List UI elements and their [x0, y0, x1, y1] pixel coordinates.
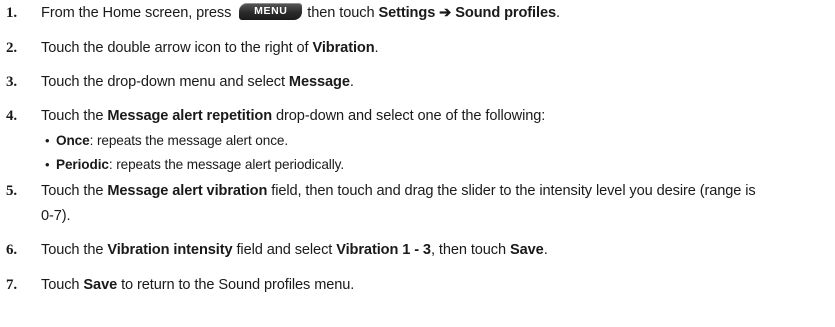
option-desc: : repeats the message alert periodically…: [108, 157, 345, 172]
step-7: 7. Touch Save to return to the Sound pro…: [0, 275, 835, 295]
step-6: 6. Touch the Vibration intensity field a…: [0, 240, 835, 260]
option-periodic: • Periodic: repeats the message alert pe…: [0, 155, 835, 175]
step-bold-term: Save: [83, 277, 118, 293]
step-bold-term: Message alert vibration: [107, 183, 268, 199]
step-text: Touch the Message alert vibration field,…: [41, 181, 756, 201]
step-bold-term: Message alert repetition: [107, 108, 273, 124]
step-bold-term: Settings ➔ Sound profiles: [378, 5, 557, 21]
step-bold-term: Vibration: [312, 40, 375, 56]
step-5-continuation: 0-7).: [0, 206, 835, 226]
menu-key-icon: MENU: [239, 3, 303, 21]
step-text: Touch the drop-down menu and select Mess…: [41, 72, 354, 92]
option-term: Once: [56, 133, 90, 148]
step-number: 2.: [6, 40, 18, 56]
step-text-part: Touch the double arrow icon to the right…: [41, 40, 309, 56]
step-text-part: Touch: [41, 277, 80, 293]
instruction-list: 1. From the Home screen, press MENU then …: [0, 0, 835, 327]
step-bold-term: Vibration 1 - 3: [336, 242, 431, 258]
step-text-part: .: [556, 5, 560, 21]
step-text-part: to return to the Sound profiles menu.: [121, 277, 355, 293]
step-bold-term: Message: [288, 74, 350, 90]
step-number: 6.: [6, 242, 18, 258]
step-text-part: field and select: [236, 242, 333, 258]
step-text-part: From the Home screen, press: [41, 5, 232, 21]
step-number: 4.: [6, 108, 18, 124]
step-3: 3. Touch the drop-down menu and select M…: [0, 72, 835, 92]
step-number: 5.: [6, 183, 18, 199]
option-once: • Once: repeats the message alert once.: [0, 131, 835, 151]
step-4: 4. Touch the Message alert repetition dr…: [0, 106, 835, 126]
step-text: Touch the Vibration intensity field and …: [41, 240, 548, 260]
step-bold-term: Vibration intensity: [107, 242, 233, 258]
step-text-part: then touch: [307, 5, 375, 21]
step-text-part: .: [374, 40, 379, 56]
step-number: 1.: [6, 5, 18, 21]
step-text-part: field, then touch and drag the slider to…: [271, 183, 756, 199]
step-text: Touch the double arrow icon to the right…: [41, 38, 379, 58]
step-text-part: Touch the drop-down menu and select: [41, 74, 285, 90]
step-text: From the Home screen, press MENU then tou…: [41, 3, 560, 23]
step-1: 1. From the Home screen, press MENU then …: [0, 3, 835, 23]
step-bold-term: Save: [510, 242, 544, 258]
step-text-part: drop-down and select one of the followin…: [276, 108, 546, 124]
step-text-part: Touch the: [41, 183, 104, 199]
bullet-icon: •: [45, 133, 50, 148]
bullet-icon: •: [45, 157, 50, 172]
step-5: 5. Touch the Message alert vibration fie…: [0, 181, 835, 201]
option-term: Periodic: [56, 157, 109, 172]
step-text-part: Touch the: [41, 242, 104, 258]
option-text: Once: repeats the message alert once.: [56, 131, 288, 151]
step-text-part: 0-7).: [41, 208, 71, 224]
step-text: Touch the Message alert repetition drop-…: [41, 106, 545, 126]
step-text-part: Touch the: [41, 108, 104, 124]
step-number: 3.: [6, 74, 18, 90]
step-2: 2. Touch the double arrow icon to the ri…: [0, 38, 835, 58]
step-text-part: .: [543, 242, 548, 258]
step-text-part: , then touch: [430, 242, 507, 258]
option-desc: : repeats the message alert once.: [89, 133, 289, 148]
step-number: 7.: [6, 277, 18, 293]
step-text: Touch Save to return to the Sound profil…: [41, 275, 354, 295]
option-text: Periodic: repeats the message alert peri…: [56, 155, 344, 175]
step-text-part: .: [349, 74, 354, 90]
